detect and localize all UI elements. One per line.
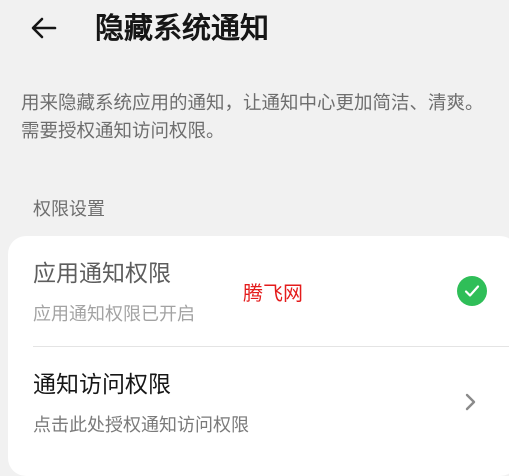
page-description: 用来隐藏系统应用的通知，让通知中心更加简洁、清爽。需要授权通知访问权限。 <box>21 93 484 142</box>
chevron-right-icon <box>465 393 476 411</box>
permissions-card: 应用通知权限 应用通知权限已开启 通知访问权限 点击此处授权通知访问权限 <box>8 236 509 476</box>
watermark: 腾飞网 <box>243 281 303 305</box>
back-button[interactable] <box>26 10 62 46</box>
arrow-left-icon <box>31 17 57 39</box>
notification-access-permission-row[interactable]: 通知访问权限 点击此处授权通知访问权限 <box>8 347 509 457</box>
row-subtitle: 点击此处授权通知访问权限 <box>33 415 249 436</box>
row-title: 通知访问权限 <box>33 372 171 398</box>
row-title: 应用通知权限 <box>33 261 171 287</box>
page-title: 隐藏系统通知 <box>95 11 270 45</box>
section-label: 权限设置 <box>33 199 105 220</box>
app-header: 隐藏系统通知 <box>0 0 509 56</box>
check-circle-icon <box>457 276 487 306</box>
row-subtitle: 应用通知权限已开启 <box>33 304 195 325</box>
